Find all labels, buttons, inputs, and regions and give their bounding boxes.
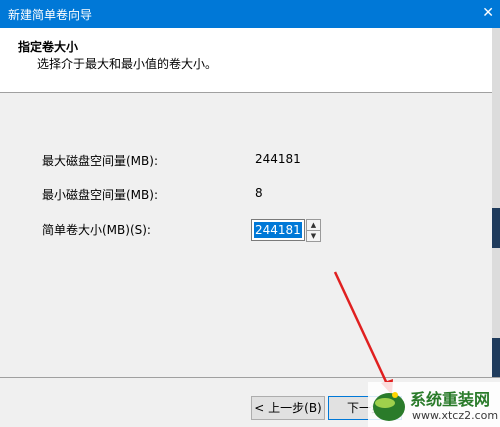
watermark-url: www.xtcz2.com — [412, 409, 499, 422]
site-watermark: 系统重装网 www.xtcz2.com — [368, 382, 500, 427]
logo-icon — [373, 392, 405, 421]
annotation-arrow-icon — [333, 271, 393, 395]
watermark-brand: 系统重装网 — [410, 390, 491, 409]
